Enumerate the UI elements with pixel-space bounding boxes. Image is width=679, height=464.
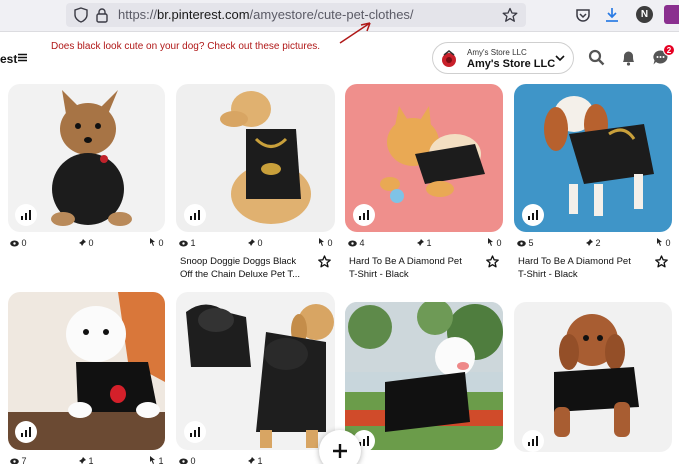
stats-icon xyxy=(190,427,200,437)
pin-icon xyxy=(79,457,86,464)
shield-icon[interactable] xyxy=(74,7,88,23)
click-icon xyxy=(150,456,155,464)
pin-stats-4: 5 2 0 xyxy=(517,238,675,250)
stats-icon xyxy=(359,210,369,220)
star-icon[interactable] xyxy=(655,255,668,268)
stats-badge-1[interactable] xyxy=(15,204,37,226)
pin-title-line: T-Shirt - Black xyxy=(518,269,578,280)
views-count: 0 xyxy=(190,456,196,464)
stats-badge-8[interactable] xyxy=(522,430,544,452)
eye-icon xyxy=(10,240,19,247)
search-icon[interactable] xyxy=(588,49,605,66)
white-spitz-photo xyxy=(345,302,503,450)
saves-count: 2 xyxy=(595,238,601,248)
chevron-down-icon xyxy=(555,55,565,62)
stats-badge-3[interactable] xyxy=(353,204,375,226)
views-count: 5 xyxy=(528,238,534,248)
stats-icon xyxy=(359,436,369,446)
eye-icon xyxy=(517,240,526,247)
click-icon xyxy=(657,238,662,246)
account-switcher[interactable]: Amy's Store LLC Amy's Store LLC xyxy=(432,42,574,74)
download-icon[interactable] xyxy=(603,6,621,24)
eye-icon xyxy=(179,458,188,464)
plus-icon xyxy=(333,444,347,458)
toy-poodle-photo xyxy=(514,302,672,452)
clicks-count: 1 xyxy=(158,456,164,464)
views-count: 0 xyxy=(21,238,27,248)
views-count: 1 xyxy=(190,238,196,248)
eye-icon xyxy=(10,458,19,464)
click-icon xyxy=(488,238,493,246)
pocket-icon[interactable] xyxy=(574,6,592,24)
create-button[interactable] xyxy=(319,430,361,464)
star-icon[interactable] xyxy=(486,255,499,268)
pin-stats-2: 1 0 0 xyxy=(179,238,337,250)
pin-stats-5: 7 1 1 xyxy=(10,456,168,464)
profile-avatar[interactable]: N xyxy=(636,6,653,23)
pin-title-line: Off the Chain Deluxe Pet T... xyxy=(180,269,301,280)
saves-count: 1 xyxy=(257,456,263,464)
clicks-count: 0 xyxy=(158,238,164,248)
pin-title-line: Hard To Be A Diamond Pet xyxy=(349,256,462,267)
pin-title-3[interactable]: Hard To Be A Diamond Pet T-Shirt - Black xyxy=(349,255,484,281)
pin-icon xyxy=(248,457,255,464)
clicks-count: 0 xyxy=(327,238,333,248)
click-icon xyxy=(150,238,155,246)
pin-stats-1: 0 0 0 xyxy=(10,238,168,250)
saves-count: 0 xyxy=(257,238,263,248)
menu-icon[interactable] xyxy=(18,53,27,62)
views-count: 4 xyxy=(359,238,365,248)
clicks-count: 0 xyxy=(665,238,671,248)
address-bar[interactable]: https://br.pinterest.com/amyestore/cute-… xyxy=(66,3,526,27)
eye-icon xyxy=(348,240,357,247)
lock-icon[interactable] xyxy=(96,7,108,23)
pin-title-line: T-Shirt - Black xyxy=(349,269,409,280)
eye-icon xyxy=(179,240,188,247)
pin-title-line: Hard To Be A Diamond Pet xyxy=(518,256,631,267)
clicks-count: 0 xyxy=(496,238,502,248)
pin-title-line: Snoop Doggie Doggs Black xyxy=(180,256,297,267)
saves-count: 0 xyxy=(88,238,94,248)
pin-icon xyxy=(78,239,86,247)
stats-icon xyxy=(528,210,538,220)
stats-icon xyxy=(21,427,31,437)
pin-image-8[interactable] xyxy=(514,302,672,452)
store-logo-icon xyxy=(442,50,456,67)
pin-icon xyxy=(416,239,424,247)
extension-icon[interactable] xyxy=(664,5,679,24)
stats-icon xyxy=(528,436,538,446)
account-name: Amy's Store LLC xyxy=(467,58,556,70)
pin-icon xyxy=(247,239,255,247)
saves-count: 1 xyxy=(426,238,432,248)
star-icon[interactable] xyxy=(318,255,331,268)
views-count: 7 xyxy=(21,456,27,464)
notification-badge: 2 xyxy=(663,44,675,56)
profile-nav-text[interactable]: est xyxy=(0,52,17,66)
bookmark-star-icon[interactable] xyxy=(502,7,518,23)
click-icon xyxy=(319,238,324,246)
stats-badge-2[interactable] xyxy=(184,204,206,226)
bell-icon[interactable] xyxy=(620,49,637,66)
stats-badge-6[interactable] xyxy=(184,421,206,443)
url-scheme: https:// xyxy=(118,7,158,22)
pin-title-4[interactable]: Hard To Be A Diamond Pet T-Shirt - Black xyxy=(518,255,653,281)
pin-icon xyxy=(585,239,593,247)
pin-image-7[interactable] xyxy=(345,302,503,450)
stats-badge-5[interactable] xyxy=(15,421,37,443)
stats-icon xyxy=(21,210,31,220)
stats-badge-4[interactable] xyxy=(522,204,544,226)
annotation-text: Does black look cute on your dog? Check … xyxy=(51,41,321,52)
account-name-small: Amy's Store LLC xyxy=(467,48,527,57)
pin-stats-6: 0 1 xyxy=(179,456,337,464)
url-path: /amyestore/cute-pet-clothes/ xyxy=(249,7,414,22)
url-host: br.pinterest.com xyxy=(157,7,250,22)
pin-stats-3: 4 1 0 xyxy=(348,238,506,250)
pin-title-2[interactable]: Snoop Doggie Doggs Black Off the Chain De… xyxy=(180,255,315,281)
saves-count: 1 xyxy=(88,456,94,464)
annotation-arrow-icon xyxy=(339,22,371,44)
stats-icon xyxy=(190,210,200,220)
